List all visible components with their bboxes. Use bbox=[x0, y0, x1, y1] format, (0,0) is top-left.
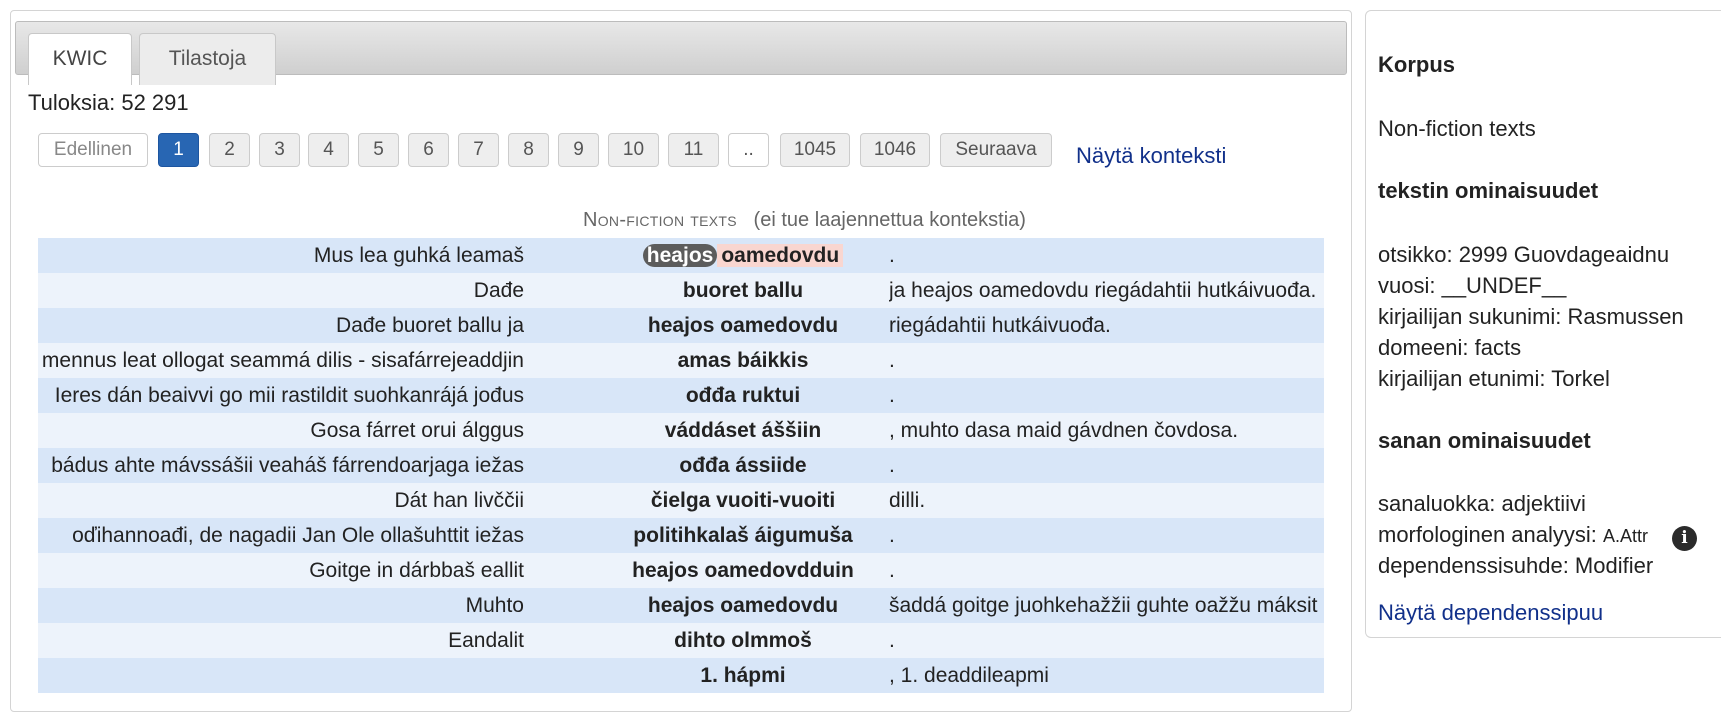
page-button[interactable]: 7 bbox=[458, 133, 499, 167]
tab-bar: KWIC Tilastoja bbox=[15, 21, 1347, 85]
sidebar-text-prop: kirjailijan etunimi: Torkel bbox=[1378, 366, 1610, 391]
left-context: Dađe buoret ballu ja bbox=[336, 314, 524, 337]
table-row[interactable]: Dađe buoret ballu ja heajos oamedovdu ri… bbox=[38, 273, 1324, 308]
kwic-table: Mus lea guhká leamaš heajos oamedovdu . D… bbox=[38, 238, 1324, 698]
prev-page-button[interactable]: Edellinen bbox=[38, 133, 148, 167]
match-word[interactable]: politihkalaš áigumuša bbox=[538, 518, 948, 553]
info-icon[interactable]: i bbox=[1672, 526, 1697, 551]
left-context: mennus leat ollogat seammá dilis - sisaf… bbox=[41, 349, 524, 372]
match-word[interactable]: čielga vuoiti-vuoiti bbox=[538, 483, 948, 518]
right-context: . bbox=[889, 559, 895, 582]
page-button[interactable]: 11 bbox=[668, 133, 719, 167]
left-context: Dađe bbox=[473, 279, 524, 302]
match-word[interactable]: heajos oamedovdu bbox=[538, 238, 948, 273]
sidebar-morph-value: A.Attr bbox=[1603, 526, 1649, 546]
sidebar-word-class: sanaluokka: adjektiivi bbox=[1378, 491, 1586, 516]
corpus-header-note: (ei tue laajennettua kontekstia) bbox=[753, 209, 1026, 231]
match-word[interactable]: ođđa ássiide bbox=[538, 448, 948, 483]
page-button[interactable]: 5 bbox=[358, 133, 399, 167]
table-row[interactable]: mennus leat ollogat seammá dilis - sisaf… bbox=[38, 343, 1324, 378]
right-context: dilli. bbox=[889, 489, 926, 512]
sidebar-word-props-heading: sanan ominaisuudet bbox=[1378, 428, 1591, 453]
page-button[interactable]: 8 bbox=[508, 133, 549, 167]
sidebar-text-prop: otsikko: 2999 Guovdageaidnu bbox=[1378, 242, 1670, 267]
page-button[interactable]: 6 bbox=[408, 133, 449, 167]
related-token[interactable]: oamedovdu bbox=[717, 244, 844, 267]
table-row[interactable]: Mus lea guhká leamaš heajos oamedovdu . bbox=[38, 238, 1324, 273]
match-word[interactable]: váddáset áššiin bbox=[538, 413, 948, 448]
sidebar-corpus-heading: Korpus bbox=[1378, 52, 1455, 77]
sidebar-morph-analysis: morfologinen analyysi: A.Attr bbox=[1378, 522, 1649, 547]
left-context: Mus lea guhká leamaš bbox=[313, 244, 524, 267]
page-ellipsis: .. bbox=[728, 133, 769, 167]
right-context: . bbox=[889, 524, 895, 547]
sidebar-text-prop: kirjailijan sukunimi: Rasmussen bbox=[1378, 304, 1684, 329]
left-context: oďihannoađi, de nagadii Jan Ole ollašuht… bbox=[72, 524, 524, 547]
left-context: bádus ahte mávssášii veaháš fárrendoarja… bbox=[51, 454, 524, 477]
match-word[interactable]: heajos oamedovdduin bbox=[538, 553, 948, 588]
table-row[interactable]: oďihannoađi, de nagadii Jan Ole ollašuht… bbox=[38, 518, 1324, 553]
show-dependency-tree-link[interactable]: Näytä dependenssipuu bbox=[1378, 600, 1603, 626]
left-context: Eandalit bbox=[448, 629, 524, 652]
sidebar-text-prop: domeeni: facts bbox=[1378, 335, 1522, 360]
sidebar-corpus-name: Non-fiction texts bbox=[1378, 116, 1536, 141]
table-row[interactable]: Dát han livččii čielga vuoiti-vuoiti dil… bbox=[38, 483, 1324, 518]
right-context: . bbox=[889, 454, 895, 477]
page-button[interactable]: 10 bbox=[608, 133, 659, 167]
match-word[interactable]: 1. hápmi bbox=[538, 658, 948, 693]
table-row[interactable]: Gosa fárret orui álggus váddáset áššiin … bbox=[38, 413, 1324, 448]
right-context: , 1. deaddileapmi bbox=[889, 664, 1049, 687]
table-row[interactable]: bádus ahte mávssášii veaháš fárrendoarja… bbox=[38, 448, 1324, 483]
match-word[interactable]: heajos oamedovdu bbox=[538, 308, 948, 343]
result-count: Tuloksia: 52 291 bbox=[28, 90, 189, 115]
table-row[interactable]: Muhto heajos oamedovdu šaddá goitge juoh… bbox=[38, 588, 1324, 623]
right-context: . bbox=[889, 384, 895, 407]
table-row[interactable]: Eandalit dihto olmmoš . bbox=[38, 623, 1324, 658]
match-word[interactable]: dihto olmmoš bbox=[538, 623, 948, 658]
sidebar-text-prop: vuosi: __UNDEF__ bbox=[1378, 273, 1567, 298]
right-context: . bbox=[889, 629, 895, 652]
sidebar-text-props-heading: tekstin ominaisuudet bbox=[1378, 178, 1599, 203]
table-row[interactable]: 1. hápmi , 1. deaddileapmi bbox=[38, 658, 1324, 693]
right-context: šaddá goitge juohkehažžii guhte oažžu má… bbox=[889, 594, 1318, 617]
left-context: Gosa fárret orui álggus bbox=[310, 419, 524, 442]
corpus-header: Non-fiction texts (ei tue laajennettua k… bbox=[583, 209, 1026, 232]
table-row[interactable]: Ieres dán beaivvi go mii rastildit suohk… bbox=[38, 378, 1324, 413]
page-button[interactable]: 3 bbox=[259, 133, 300, 167]
tab-statistics[interactable]: Tilastoja bbox=[139, 33, 276, 85]
selected-token[interactable]: heajos bbox=[642, 244, 718, 267]
right-context: . bbox=[889, 244, 895, 267]
tab-kwic[interactable]: KWIC bbox=[28, 33, 132, 85]
right-context: riegádahtii hutkáivuođa. bbox=[889, 314, 1111, 337]
left-context: Ieres dán beaivvi go mii rastildit suohk… bbox=[54, 384, 524, 407]
match-word[interactable]: amas báikkis bbox=[538, 343, 948, 378]
match-word[interactable]: ođđa ruktui bbox=[538, 378, 948, 413]
match-word[interactable]: buoret ballu bbox=[538, 273, 948, 308]
page-button[interactable]: 9 bbox=[558, 133, 599, 167]
next-page-button[interactable]: Seuraava bbox=[940, 133, 1052, 167]
page-button[interactable]: 1 bbox=[158, 133, 199, 167]
corpus-header-name: Non-fiction texts bbox=[583, 209, 737, 231]
table-row[interactable]: Dađe buoret ballu ja heajos oamedovdu ri… bbox=[38, 308, 1324, 343]
match-word[interactable]: heajos oamedovdu bbox=[538, 588, 948, 623]
left-context: Goitge in dárbbaš eallit bbox=[309, 559, 524, 582]
right-context: , muhto dasa maid gávdnen čovdosa. bbox=[889, 419, 1239, 442]
table-row[interactable]: Goitge in dárbbaš eallit heajos oamedovd… bbox=[38, 553, 1324, 588]
right-context: . bbox=[889, 349, 895, 372]
show-context-link[interactable]: Näytä konteksti bbox=[1076, 143, 1226, 169]
page-button[interactable]: 1045 bbox=[780, 133, 850, 167]
page-button[interactable]: 4 bbox=[308, 133, 349, 167]
right-context: ja heajos oamedovdu riegádahtii hutkáivu… bbox=[889, 279, 1317, 302]
page-button[interactable]: 2 bbox=[209, 133, 250, 167]
left-context: Muhto bbox=[465, 594, 524, 617]
left-context: Dát han livččii bbox=[394, 489, 524, 512]
page-button[interactable]: 1046 bbox=[860, 133, 930, 167]
sidebar-dep-relation: dependenssisuhde: Modifier bbox=[1378, 553, 1654, 578]
